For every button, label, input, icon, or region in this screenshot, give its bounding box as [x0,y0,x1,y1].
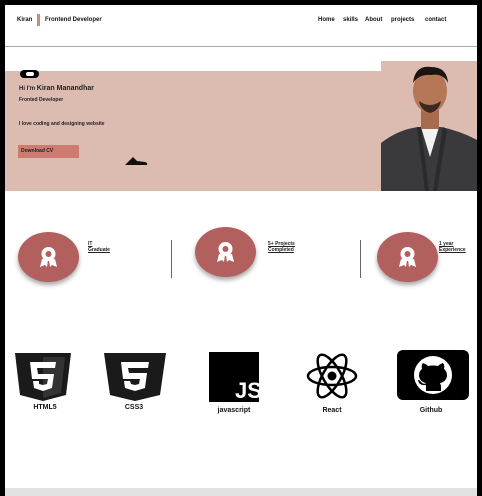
nav-contact[interactable]: contact [425,17,446,23]
skill-label-github: Github [419,407,443,414]
skill-label-javascript: javascript [217,407,251,414]
award-icon [40,247,57,267]
stat-line: Graduate [88,247,110,253]
stat-line: Experience [439,247,466,253]
divider [171,240,172,278]
hat-icon [125,157,148,165]
theme-toggle[interactable] [20,70,39,78]
hero-name: Kiran Manandhar [36,85,94,92]
header-role: Frontend Developer [45,17,102,23]
hero-tagline: I love coding and designing website [19,121,105,127]
greeting-text: Hi I'm [19,86,36,92]
nav-skills[interactable]: skills [343,17,358,23]
html5-icon [15,353,71,401]
hero-greeting: Hi I'm Kiran Manandhar [19,85,94,92]
page: Kiran Frontend Developer Home skills Abo… [5,5,477,496]
skill-label-react: React [322,407,342,414]
logo[interactable]: Kiran [17,17,32,23]
logo-divider [37,14,40,26]
skill-label-html5: HTML5 [33,404,57,411]
stat-projects: 5+ Projects Completed [268,241,295,253]
react-icon [306,353,358,399]
css3-icon [104,353,166,401]
javascript-icon: JS [209,352,259,402]
stat-line: Completed [268,247,294,253]
footer-strip [5,488,477,496]
profile-photo [381,61,477,191]
skill-label-css3: CSS3 [124,404,144,411]
stat-circle-projects [195,227,256,277]
stat-experience: 1 year Experience [439,241,466,253]
github-icon [397,350,469,400]
nav-home[interactable]: Home [318,17,335,23]
stat-circle-experience [377,232,438,282]
nav-projects[interactable]: projects [391,17,414,23]
award-icon [217,242,234,262]
nav-about[interactable]: About [365,17,382,23]
site-header: Kiran Frontend Developer Home skills Abo… [5,5,477,47]
stat-circle-graduate [18,232,79,282]
divider [360,240,361,278]
download-cv-button[interactable]: Download CV [18,145,79,158]
stat-graduate: IT Graduate [88,241,110,253]
hero-role: Fronted Developer [19,97,64,103]
award-icon [399,247,416,267]
svg-text:JS: JS [235,378,259,402]
